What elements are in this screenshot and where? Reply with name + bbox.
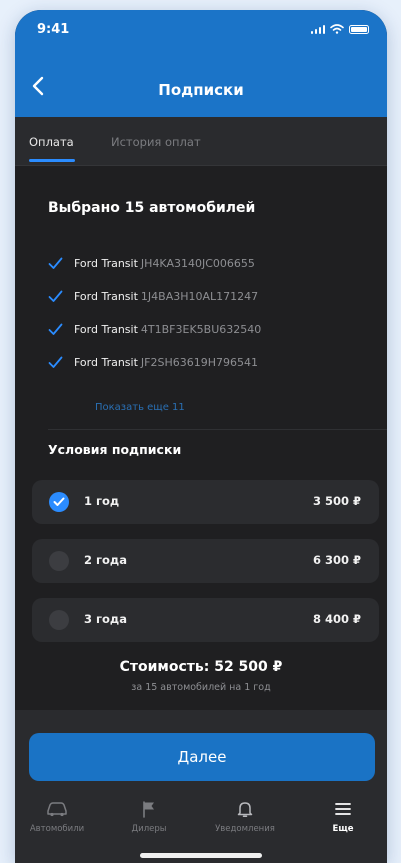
flag-icon — [143, 801, 154, 818]
check-icon — [48, 323, 63, 335]
next-button[interactable]: Далее — [29, 733, 375, 781]
subscription-terms-title: Условия подписки — [48, 442, 182, 457]
car-list-item: Ford Transit 1J4BA3H10AL171247 — [48, 287, 258, 305]
footer-panel: Далее Автомобили Дилеры Уведомления Еще — [15, 710, 387, 863]
tab-payment-history[interactable]: История оплат — [111, 135, 201, 149]
radio-unchecked-icon[interactable] — [49, 551, 69, 571]
tab-payment[interactable]: Оплата — [29, 135, 74, 149]
status-time: 9:41 — [37, 22, 70, 37]
plan-option-1-year[interactable]: 1 год 3 500 ₽ — [32, 480, 379, 524]
car-vin: JF2SH63619H796541 — [140, 355, 259, 369]
car-list-item: Ford Transit JH4KA3140JC006655 — [48, 254, 255, 272]
check-icon — [48, 257, 63, 269]
check-icon — [48, 356, 63, 368]
status-icons — [310, 24, 369, 34]
wifi-icon — [330, 24, 344, 34]
section-divider — [48, 429, 387, 430]
plan-label: 1 год — [84, 494, 120, 508]
total-cost-label: Стоимость: — [119, 659, 210, 675]
status-bar: 9:41 — [15, 10, 387, 54]
menu-icon — [335, 803, 351, 815]
car-list-item: Ford Transit JF2SH63619H796541 — [48, 353, 258, 371]
bottom-tab-bar: Автомобили Дилеры Уведомления Еще — [15, 800, 387, 860]
plan-price: 6 300 ₽ — [312, 553, 361, 567]
radio-checked-icon[interactable] — [49, 492, 69, 512]
page-title: Подписки — [158, 81, 244, 99]
phone-screen: 9:41 Подписки Оплата История оплат Выбра… — [15, 10, 387, 863]
battery-icon — [349, 25, 369, 34]
car-vin: 4T1BF3EK5BU632540 — [140, 322, 262, 336]
total-cost: Стоимость: 52 500 ₽ — [15, 659, 387, 675]
signal-icon — [310, 25, 325, 34]
tabbar-item-dealers[interactable]: Дилеры — [104, 800, 194, 834]
plan-price: 8 400 ₽ — [312, 612, 361, 626]
navigation-bar: Подписки — [15, 68, 387, 112]
tabbar-label: Дилеры — [131, 824, 167, 834]
car-model: Ford Transit — [74, 289, 138, 303]
car-model: Ford Transit — [74, 322, 138, 336]
plan-label: 2 года — [84, 553, 127, 567]
total-cost-subtitle: за 15 автомобилей на 1 год — [131, 682, 271, 693]
tabs: Оплата История оплат — [15, 117, 387, 166]
car-vin: 1J4BA3H10AL171247 — [140, 289, 259, 303]
tabbar-label: Еще — [332, 824, 354, 834]
radio-unchecked-icon[interactable] — [49, 610, 69, 630]
plan-option-2-years[interactable]: 2 года 6 300 ₽ — [32, 539, 379, 583]
check-icon — [48, 290, 63, 302]
total-cost-value: 52 500 ₽ — [214, 659, 283, 675]
plan-option-3-years[interactable]: 3 года 8 400 ₽ — [32, 598, 379, 642]
show-more-link[interactable]: Показать еще 11 — [95, 402, 185, 413]
plan-price: 3 500 ₽ — [312, 494, 361, 508]
car-icon — [47, 802, 67, 817]
tabbar-item-notifications[interactable]: Уведомления — [200, 800, 290, 834]
car-list-item: Ford Transit 4T1BF3EK5BU632540 — [48, 320, 261, 338]
tabbar-label: Уведомления — [215, 824, 275, 834]
tabbar-label: Автомобили — [29, 824, 85, 834]
tabbar-item-cars[interactable]: Автомобили — [15, 800, 102, 834]
car-model: Ford Transit — [74, 256, 138, 270]
tabbar-item-more[interactable]: Еще — [298, 800, 387, 834]
plan-label: 3 года — [84, 612, 127, 626]
selected-cars-title: Выбрано 15 автомобилей — [48, 200, 256, 216]
bell-icon — [237, 802, 253, 818]
active-tab-indicator — [29, 159, 75, 162]
home-indicator — [140, 853, 262, 858]
car-vin: JH4KA3140JC006655 — [140, 256, 255, 270]
car-model: Ford Transit — [74, 355, 138, 369]
